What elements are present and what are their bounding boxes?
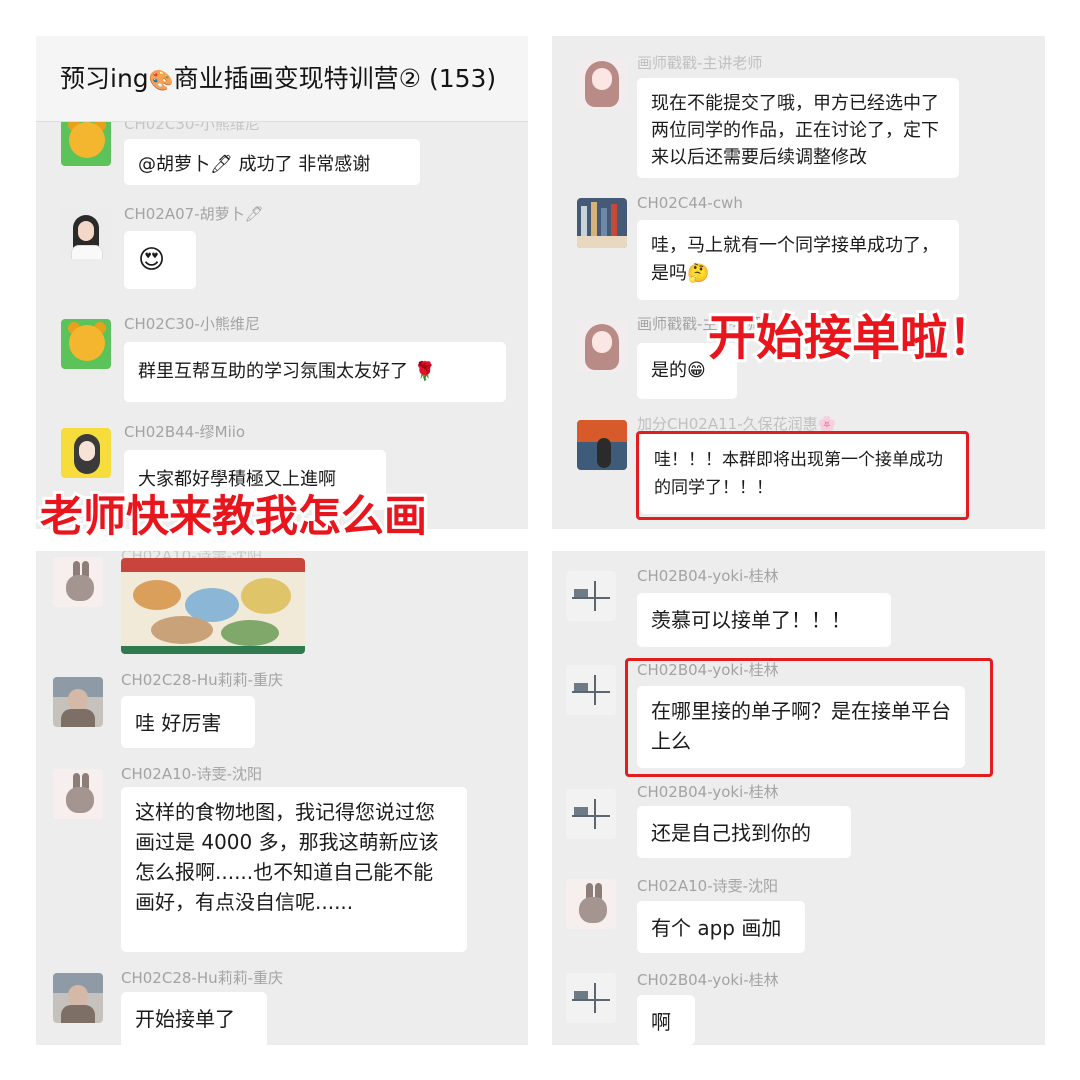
message-row: CH02C28-Hu莉莉-重庆 开始接单了: [36, 965, 528, 1045]
message-row: CH02C28-Hu莉莉-重庆 哇 好厉害: [36, 669, 528, 759]
group-title-suffix: 商业插画变现特训营② (153): [173, 64, 497, 93]
message-bubble[interactable]: 羡慕可以接单了！！！: [637, 593, 891, 647]
caption-overlay: 老师快来教我怎么画: [37, 489, 430, 545]
message-row: CH02C30-小熊维尼 群里互帮互助的学习氛围太友好了 🌹: [36, 311, 528, 411]
sender-name: CH02B04-yoki-桂林: [637, 971, 779, 989]
avatar-pooh[interactable]: [61, 116, 111, 166]
sender-name: CH02C28-Hu莉莉-重庆: [121, 969, 284, 987]
message-bubble[interactable]: @胡萝卜🖊 成功了 非常感谢: [124, 139, 420, 185]
avatar-sketch[interactable]: [566, 571, 616, 621]
group-title[interactable]: 预习ing🎨商业插画变现特训营② (153): [60, 64, 496, 95]
sender-name: CH02C28-Hu莉莉-重庆: [121, 671, 284, 689]
avatar-sketch[interactable]: [566, 789, 616, 839]
avatar-sketch[interactable]: [566, 973, 616, 1023]
emoji-bubble[interactable]: 😍: [124, 231, 196, 289]
message-bubble[interactable]: 现在不能提交了哦，甲方已经选中了两位同学的作品，正在讨论了，定下来以后还需要后续…: [637, 78, 959, 178]
message-row: CH02A07-胡萝卜🖊 😍: [36, 199, 528, 299]
sender-name: CH02A10-诗雯-沈阳: [637, 877, 779, 895]
chat-panel-bottom-right: CH02B04-yoki-桂林 羡慕可以接单了！！！ CH02B04-yoki-…: [552, 551, 1045, 1045]
avatar-rabbit[interactable]: [53, 557, 103, 607]
message-bubble[interactable]: 有个 app 画加: [637, 901, 805, 953]
avatar-rabbit[interactable]: [566, 879, 616, 929]
sender-name: CH02B04-yoki-桂林: [637, 567, 779, 585]
group-title-text: 预习ing: [60, 64, 149, 93]
food-map-image[interactable]: [121, 558, 305, 654]
palette-icon: 🎨: [148, 68, 174, 92]
sender-name: CH02C44-cwh: [637, 194, 743, 212]
message-bubble[interactable]: 啊: [637, 995, 695, 1045]
message-bubble[interactable]: 还是自己找到你的: [637, 806, 851, 858]
message-row: CH02A10-诗雯-沈阳 这样的食物地图，我记得您说过您画过是 4000 多，…: [36, 765, 528, 965]
avatar-photo[interactable]: [53, 973, 103, 1023]
avatar-scream[interactable]: [577, 420, 627, 470]
avatar-rabbit[interactable]: [53, 769, 103, 819]
sender-name: 画师戳戳-主讲老师: [637, 54, 763, 72]
avatar-pens[interactable]: [577, 198, 627, 248]
message-row: CH02A10-诗雯-沈阳: [36, 551, 528, 661]
avatar-sketch[interactable]: [566, 665, 616, 715]
chat-header: 预习ing🎨商业插画变现特训营② (153): [36, 36, 528, 122]
avatar-girl[interactable]: [61, 209, 111, 259]
sender-name: CH02A07-胡萝卜🖊: [124, 205, 264, 223]
message-bubble[interactable]: 哇，马上就有一个同学接单成功了，是吗🤔: [637, 220, 959, 300]
message-row: CH02A10-诗雯-沈阳 有个 app 画加: [552, 869, 1045, 959]
chat-panel-bottom-left: CH02A10-诗雯-沈阳 CH02C28-Hu莉莉-重庆 哇 好厉害 CH02…: [36, 551, 528, 1045]
avatar-photo[interactable]: [53, 677, 103, 727]
message-bubble[interactable]: 哇 好厉害: [121, 696, 255, 748]
sender-name: CH02B04-yoki-桂林: [637, 783, 779, 801]
sender-name: CH02B44-缪Miio: [124, 423, 246, 441]
chat-panel-top-left: CH02C30-小熊维尼 @胡萝卜🖊 成功了 非常感谢 CH02A07-胡萝卜🖊…: [36, 36, 528, 529]
avatar-teacher[interactable]: [577, 321, 627, 371]
avatar-teacher[interactable]: [577, 58, 627, 108]
message-row: 画师戳戳-主讲老师 现在不能提交了哦，甲方已经选中了两位同学的作品，正在讨论了，…: [552, 48, 1045, 178]
message-bubble[interactable]: 这样的食物地图，我记得您说过您画过是 4000 多，那我这萌新应该怎么报啊...…: [121, 787, 467, 952]
message-bubble[interactable]: 群里互帮互助的学习氛围太友好了 🌹: [124, 342, 506, 402]
caption-overlay: 开始接单啦！: [705, 307, 999, 369]
highlight-box: [625, 658, 993, 777]
message-row: CH02B04-yoki-桂林 啊: [552, 963, 1045, 1045]
message-bubble[interactable]: 开始接单了: [121, 992, 267, 1045]
avatar-pooh[interactable]: [61, 319, 111, 369]
sender-name: CH02C30-小熊维尼: [124, 315, 260, 333]
message-row: CH02B04-yoki-桂林 还是自己找到你的: [552, 775, 1045, 865]
sender-name: CH02A10-诗雯-沈阳: [121, 765, 263, 783]
avatar-yellow[interactable]: [61, 428, 111, 478]
highlight-box: [636, 431, 969, 520]
message-row: CH02B04-yoki-桂林 羡慕可以接单了！！！: [552, 561, 1045, 661]
message-row: CH02C44-cwh 哇，马上就有一个同学接单成功了，是吗🤔: [552, 190, 1045, 300]
